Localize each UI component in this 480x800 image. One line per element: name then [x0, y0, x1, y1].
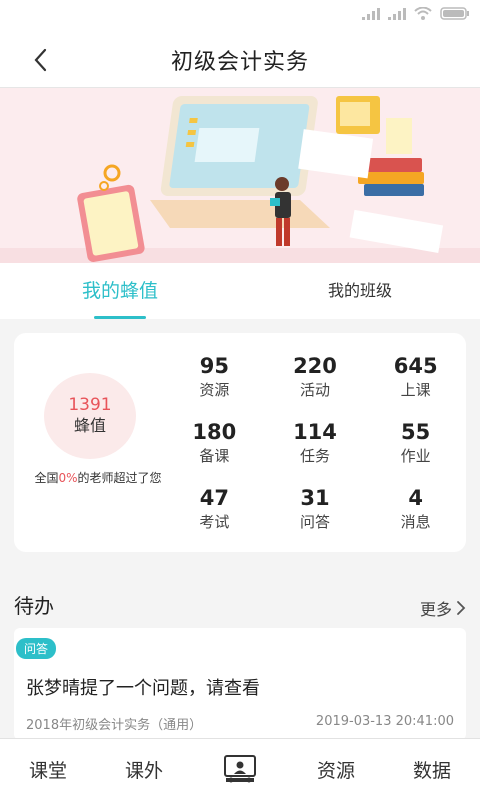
stat-value: 4: [408, 486, 423, 510]
bottom-nav: 课堂 课外 资源 数据: [0, 738, 480, 800]
score-label: 蜂值: [73, 416, 106, 435]
signal-icon: [362, 7, 380, 20]
stat-value: 31: [300, 486, 330, 510]
stat-label: 备课: [199, 447, 230, 465]
stat-value: 114: [293, 420, 337, 444]
tab-bar: 我的蜂值 我的班级: [0, 263, 480, 319]
tab-active-indicator: [94, 316, 146, 319]
rank-percent: 0%: [58, 471, 78, 485]
stat-tasks[interactable]: 114 任务: [265, 419, 366, 467]
battery-icon: [440, 7, 469, 20]
stat-activities[interactable]: 220 活动: [265, 353, 366, 401]
app-header: 初级会计实务: [0, 30, 480, 88]
stat-label: 活动: [299, 381, 330, 399]
todo-text: 张梦晴提了一个问题，请查看: [26, 678, 260, 699]
status-icons: [362, 7, 470, 20]
nav-extracurricular[interactable]: 课外: [96, 739, 192, 800]
score-circle: 1391 蜂值: [44, 373, 136, 459]
banner-graphic: [0, 96, 480, 263]
stat-label: 消息: [400, 513, 431, 531]
more-label: 更多: [419, 600, 452, 619]
nav-data[interactable]: 数据: [384, 739, 480, 800]
stat-questions[interactable]: 31 问答: [265, 485, 366, 533]
stats-card: 1391 蜂值 全国0%的老师超过了您 95 资源 220 活动 645 上课 180…: [14, 333, 466, 552]
stat-preparation[interactable]: 180 备课: [164, 419, 265, 467]
tab-label: 我的班级: [327, 281, 392, 300]
banner-illustration: [0, 88, 480, 263]
score-value: 1391: [68, 395, 112, 415]
tab-my-score[interactable]: 我的蜂值: [0, 263, 240, 319]
signal-icon: [388, 7, 406, 20]
stat-exams[interactable]: 47 考试: [164, 485, 265, 533]
todo-section-title: 待办: [14, 594, 54, 618]
stat-label: 作业: [400, 447, 431, 465]
stat-value: 220: [293, 354, 337, 378]
stat-homework[interactable]: 55 作业: [365, 419, 466, 467]
rank-suffix: 的老师超过了您: [77, 471, 162, 485]
stat-value: 95: [199, 354, 229, 378]
tab-label: 我的蜂值: [81, 280, 158, 302]
page-title: 初级会计实务: [170, 50, 309, 75]
nav-teaching[interactable]: [192, 739, 288, 800]
classroom-icon: [224, 754, 256, 782]
todo-course: 2018年初级会计实务（通用）: [26, 718, 203, 733]
todo-time: 2019-03-13 20:41:00: [315, 714, 454, 729]
stat-label: 上课: [400, 381, 431, 399]
rank-prefix: 全国: [34, 471, 59, 485]
more-button[interactable]: 更多: [420, 596, 466, 620]
stat-messages[interactable]: 4 消息: [365, 485, 466, 533]
nav-resources[interactable]: 资源: [288, 739, 384, 800]
stat-resources[interactable]: 95 资源: [164, 353, 265, 401]
stat-label: 任务: [299, 447, 330, 465]
stat-classes[interactable]: 645 上课: [365, 353, 466, 401]
status-bar: [0, 0, 480, 30]
todo-item[interactable]: 问答 张梦晴提了一个问题，请查看 2018年初级会计实务（通用） 2019-03…: [14, 628, 466, 740]
stat-label: 问答: [299, 513, 330, 531]
wifi-icon: [414, 7, 432, 20]
tab-my-class[interactable]: 我的班级: [240, 263, 480, 319]
stat-value: 55: [401, 420, 431, 444]
stat-value: 47: [199, 486, 229, 510]
stat-label: 资源: [199, 381, 230, 399]
stat-label: 考试: [199, 513, 230, 531]
chevron-right-icon: [457, 601, 466, 615]
rank-text: 全国0%的老师超过了您: [22, 471, 174, 486]
todo-type-badge: 问答: [16, 638, 57, 659]
nav-classroom[interactable]: 课堂: [0, 739, 96, 800]
stat-value: 180: [192, 420, 237, 444]
stat-value: 645: [393, 354, 438, 378]
stat-grid: 95 资源 220 活动 645 上课 180 备课 114 任务 55 作业 47 考试 3…: [164, 353, 466, 533]
